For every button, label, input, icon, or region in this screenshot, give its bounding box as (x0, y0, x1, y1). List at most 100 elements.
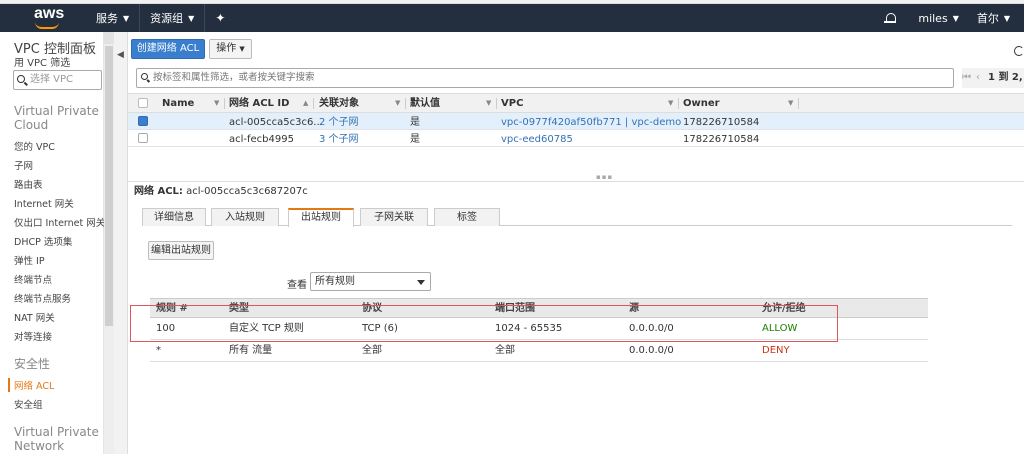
row-checkbox[interactable] (138, 116, 148, 126)
aws-logo-text: aws (34, 5, 65, 22)
column-divider (798, 98, 799, 109)
detail-label: 网络 ACL: (134, 186, 183, 197)
resource-groups-menu[interactable]: 资源组 ▼ (150, 10, 194, 26)
search-placeholder: 按标签和属性筛选，或者按关键字搜索 (153, 72, 315, 83)
prev-page-icon[interactable]: ‹ (976, 68, 980, 88)
sort-icon[interactable]: ▼ (395, 94, 400, 113)
user-menu[interactable]: miles ▼ (918, 12, 958, 25)
sidebar-scroll-thumb[interactable] (105, 46, 113, 326)
pin-icon[interactable]: ✦ (215, 11, 225, 25)
view-rules-select[interactable]: 所有规则 (310, 272, 431, 291)
cell-vpc[interactable]: vpc-0977f420af50fb771 | vpc-demo (501, 113, 681, 129)
sort-icon[interactable]: ▲ (303, 94, 308, 113)
sidebar-item-endpoint-services[interactable]: 终端节点服务 (14, 291, 71, 305)
tab-outbound-rules[interactable]: 出站规则 (288, 208, 354, 227)
page-range: 1 到 2, (988, 72, 1023, 83)
view-select-value: 所有规则 (315, 276, 355, 287)
edit-outbound-rules-button[interactable]: 编辑出站规则 (148, 241, 214, 260)
cell-port-range: 全部 (495, 345, 515, 356)
chevron-left-icon: ◀ (117, 50, 124, 60)
search-icon (17, 75, 25, 83)
column-divider (313, 98, 314, 109)
sidebar-item-subnets[interactable]: 子网 (14, 158, 33, 172)
vpc-filter-label: 用 VPC 筛选 (14, 58, 71, 69)
cell-action-deny: DENY (762, 345, 790, 356)
column-divider (405, 98, 406, 109)
column-divider (496, 98, 497, 109)
chevron-down-icon: ▼ (952, 13, 959, 23)
actions-button[interactable]: 操作 ▼ (209, 39, 252, 59)
sidebar-section-vpn: Virtual Private Network (VPN) (14, 425, 99, 454)
sidebar-collapse-toggle[interactable]: ◀ (114, 32, 128, 454)
sidebar-item-your-vpcs[interactable]: 您的 VPC (14, 139, 55, 153)
cell-associated-with[interactable]: 3 个子网 (319, 130, 359, 146)
col-acl-id[interactable]: 网络 ACL ID (229, 94, 289, 112)
network-acl-table: Name ▼ 网络 ACL ID ▲ 关联对象 ▼ 默认值 ▼ VPC ▼ Ow… (128, 93, 1024, 147)
sidebar-item-network-acls[interactable]: 网络 ACL (8, 378, 54, 392)
table-row[interactable]: acl-005cca5c3c6... 2 个子网 是 vpc-0977f420a… (128, 113, 1024, 130)
first-page-icon[interactable]: ⏮ (962, 68, 971, 88)
col-associated-with[interactable]: 关联对象 (319, 94, 359, 112)
sidebar-item-elastic-ips[interactable]: 弹性 IP (14, 253, 45, 267)
sidebar-item-egress-only-gateways[interactable]: 仅出口 Internet 网关 (14, 215, 105, 229)
sidebar-item-peering[interactable]: 对等连接 (14, 329, 52, 343)
annotation-highlight-box (130, 305, 838, 342)
cell-type: 所有 流量 (229, 345, 273, 356)
actions-label: 操作 (216, 43, 237, 54)
nav-divider (204, 4, 206, 32)
col-vpc[interactable]: VPC (501, 94, 523, 112)
table-header: Name ▼ 网络 ACL ID ▲ 关联对象 ▼ 默认值 ▼ VPC ▼ Ow… (128, 93, 1024, 113)
sort-icon[interactable]: ▼ (788, 94, 793, 113)
sidebar-title[interactable]: VPC 控制面板 (14, 42, 103, 57)
table-row[interactable]: acl-fecb4995 3 个子网 是 vpc-eed60785 178226… (128, 130, 1024, 147)
refresh-icon[interactable] (1014, 46, 1024, 56)
search-filter-input[interactable]: 按标签和属性筛选，或者按关键字搜索 (136, 68, 954, 88)
sidebar-item-route-tables[interactable]: 路由表 (14, 177, 43, 191)
sort-icon[interactable]: ▼ (668, 94, 673, 113)
col-default[interactable]: 默认值 (410, 94, 440, 112)
tab-details[interactable]: 详细信息 (142, 208, 206, 226)
vpc-filter-select[interactable]: 选择 VPC (13, 70, 102, 90)
chevron-down-icon: ▼ (1003, 13, 1010, 23)
tab-subnet-associations[interactable]: 子网关联 (360, 208, 428, 226)
pagination: ⏮ ‹ 1 到 2, (962, 68, 1024, 88)
sort-icon[interactable]: ▼ (214, 94, 219, 113)
sidebar-section-security: 安全性 (14, 357, 51, 371)
detail-acl-id: acl-005cca5c3c687207c (186, 186, 308, 197)
create-network-acl-button[interactable]: 创建网络 ACL (131, 39, 205, 59)
sidebar-item-security-groups[interactable]: 安全组 (14, 397, 43, 411)
detail-tabs: 详细信息 入站规则 出站规则 子网关联 标签 (142, 208, 1012, 227)
view-label: 查看 (287, 280, 307, 291)
tab-tags[interactable]: 标签 (434, 208, 500, 226)
cell-vpc[interactable]: vpc-eed60785 (501, 130, 573, 146)
resource-groups-label: 资源组 (150, 12, 184, 25)
aws-logo[interactable]: aws (34, 4, 96, 32)
scroll-up-arrow[interactable] (104, 32, 114, 44)
user-name: miles (918, 11, 948, 25)
column-divider (678, 98, 679, 109)
region-menu[interactable]: 首尔 ▼ (977, 10, 1010, 26)
cell-associated-with[interactable]: 2 个子网 (319, 113, 359, 129)
column-divider (224, 98, 225, 109)
bell-icon[interactable] (884, 12, 897, 24)
select-all-checkbox[interactable] (138, 98, 148, 108)
row-checkbox[interactable] (138, 133, 148, 143)
search-icon (141, 73, 148, 80)
services-menu[interactable]: 服务 ▼ (96, 10, 129, 26)
cell-acl-id: acl-fecb4995 (229, 134, 294, 145)
sidebar-item-internet-gateways[interactable]: Internet 网关 (14, 196, 74, 210)
top-navigation-bar: aws 服务 ▼ 资源组 ▼ ✦ miles ▼ 首尔 ▼ (0, 4, 1024, 32)
sidebar-item-nat-gateways[interactable]: NAT 网关 (14, 310, 55, 324)
services-label: 服务 (96, 12, 118, 25)
sort-icon[interactable]: ▼ (486, 94, 491, 113)
cell-rule-number: * (156, 345, 161, 356)
nav-divider (139, 4, 141, 32)
tab-inbound-rules[interactable]: 入站规则 (211, 208, 279, 226)
col-owner[interactable]: Owner (683, 94, 720, 112)
region-name: 首尔 (976, 12, 999, 25)
cell-default: 是 (410, 117, 420, 128)
sidebar-item-endpoints[interactable]: 终端节点 (14, 272, 52, 286)
sidebar-item-dhcp-options[interactable]: DHCP 选项集 (14, 234, 72, 248)
detail-title: 网络 ACL: acl-005cca5c3c687207c (134, 182, 308, 197)
col-name[interactable]: Name (162, 94, 194, 112)
